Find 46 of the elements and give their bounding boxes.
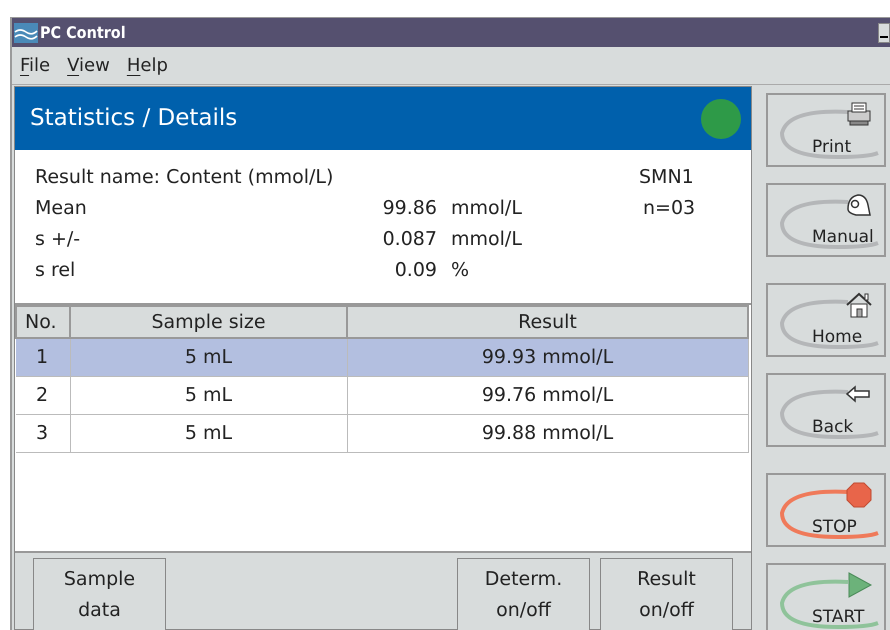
menu-item[interactable]: View <box>67 52 110 79</box>
manual-button[interactable]: Manual <box>766 183 886 257</box>
menu-item[interactable]: Help <box>126 52 168 79</box>
table-cell: 5 mL <box>184 422 232 444</box>
result-name-text: Result name: Content (mmol/L) <box>35 165 334 190</box>
stat-unit: mmol/L <box>450 196 523 221</box>
stat-unit: % <box>450 258 470 283</box>
table-cell: 99.93 mmol/L <box>482 346 614 368</box>
status-indicator-icon <box>701 98 741 138</box>
table-cell: 3 <box>36 422 48 444</box>
stat-value: 0.09 <box>394 258 437 283</box>
column-header[interactable]: Sample size <box>70 306 347 338</box>
print-button[interactable]: Print <box>766 93 886 167</box>
start-button[interactable]: START <box>766 563 886 630</box>
table-row[interactable]: 3 5 mL 99.88 mmol/L <box>16 414 748 452</box>
table-row[interactable]: 1 5 mL 99.93 mmol/L <box>16 338 748 376</box>
count-text: n=03 <box>642 196 696 221</box>
table-cell: 99.76 mmol/L <box>482 384 614 406</box>
menu-item[interactable]: File <box>20 52 50 79</box>
table-cell: 5 mL <box>184 346 232 368</box>
table-row[interactable]: 2 5 mL 99.76 mmol/L <box>16 376 748 414</box>
action-button[interactable]: Result on/off <box>600 558 733 630</box>
table-cell: 2 <box>36 384 48 406</box>
stat-label: Mean <box>35 196 88 221</box>
column-header[interactable]: Result <box>347 306 748 338</box>
screen-title: Statistics / Details <box>30 104 238 134</box>
stat-value: 99.86 <box>382 196 437 221</box>
stop-octagon-icon <box>844 481 874 509</box>
table-cell: 99.88 mmol/L <box>482 422 614 444</box>
stat-label: s +/- <box>35 227 82 252</box>
method-text: SMN1 <box>639 165 694 190</box>
wave-logo-icon <box>14 22 38 42</box>
action-button[interactable]: Sample data <box>33 558 166 630</box>
column-header[interactable]: No. <box>16 306 70 338</box>
table-cell: 5 mL <box>184 384 232 406</box>
back-button[interactable]: Back <box>766 373 886 447</box>
stat-unit: mmol/L <box>450 227 523 252</box>
stat-value: 0.087 <box>382 227 437 252</box>
table-cell: 1 <box>36 346 48 368</box>
stat-label: s rel <box>35 258 76 283</box>
house-icon <box>844 291 874 319</box>
window-title: PC Control <box>40 22 126 44</box>
minimize-button[interactable] <box>878 22 890 42</box>
action-button[interactable]: Determ. on/off <box>457 558 590 630</box>
stop-button[interactable]: STOP <box>766 473 886 547</box>
home-button[interactable]: Home <box>766 283 886 357</box>
